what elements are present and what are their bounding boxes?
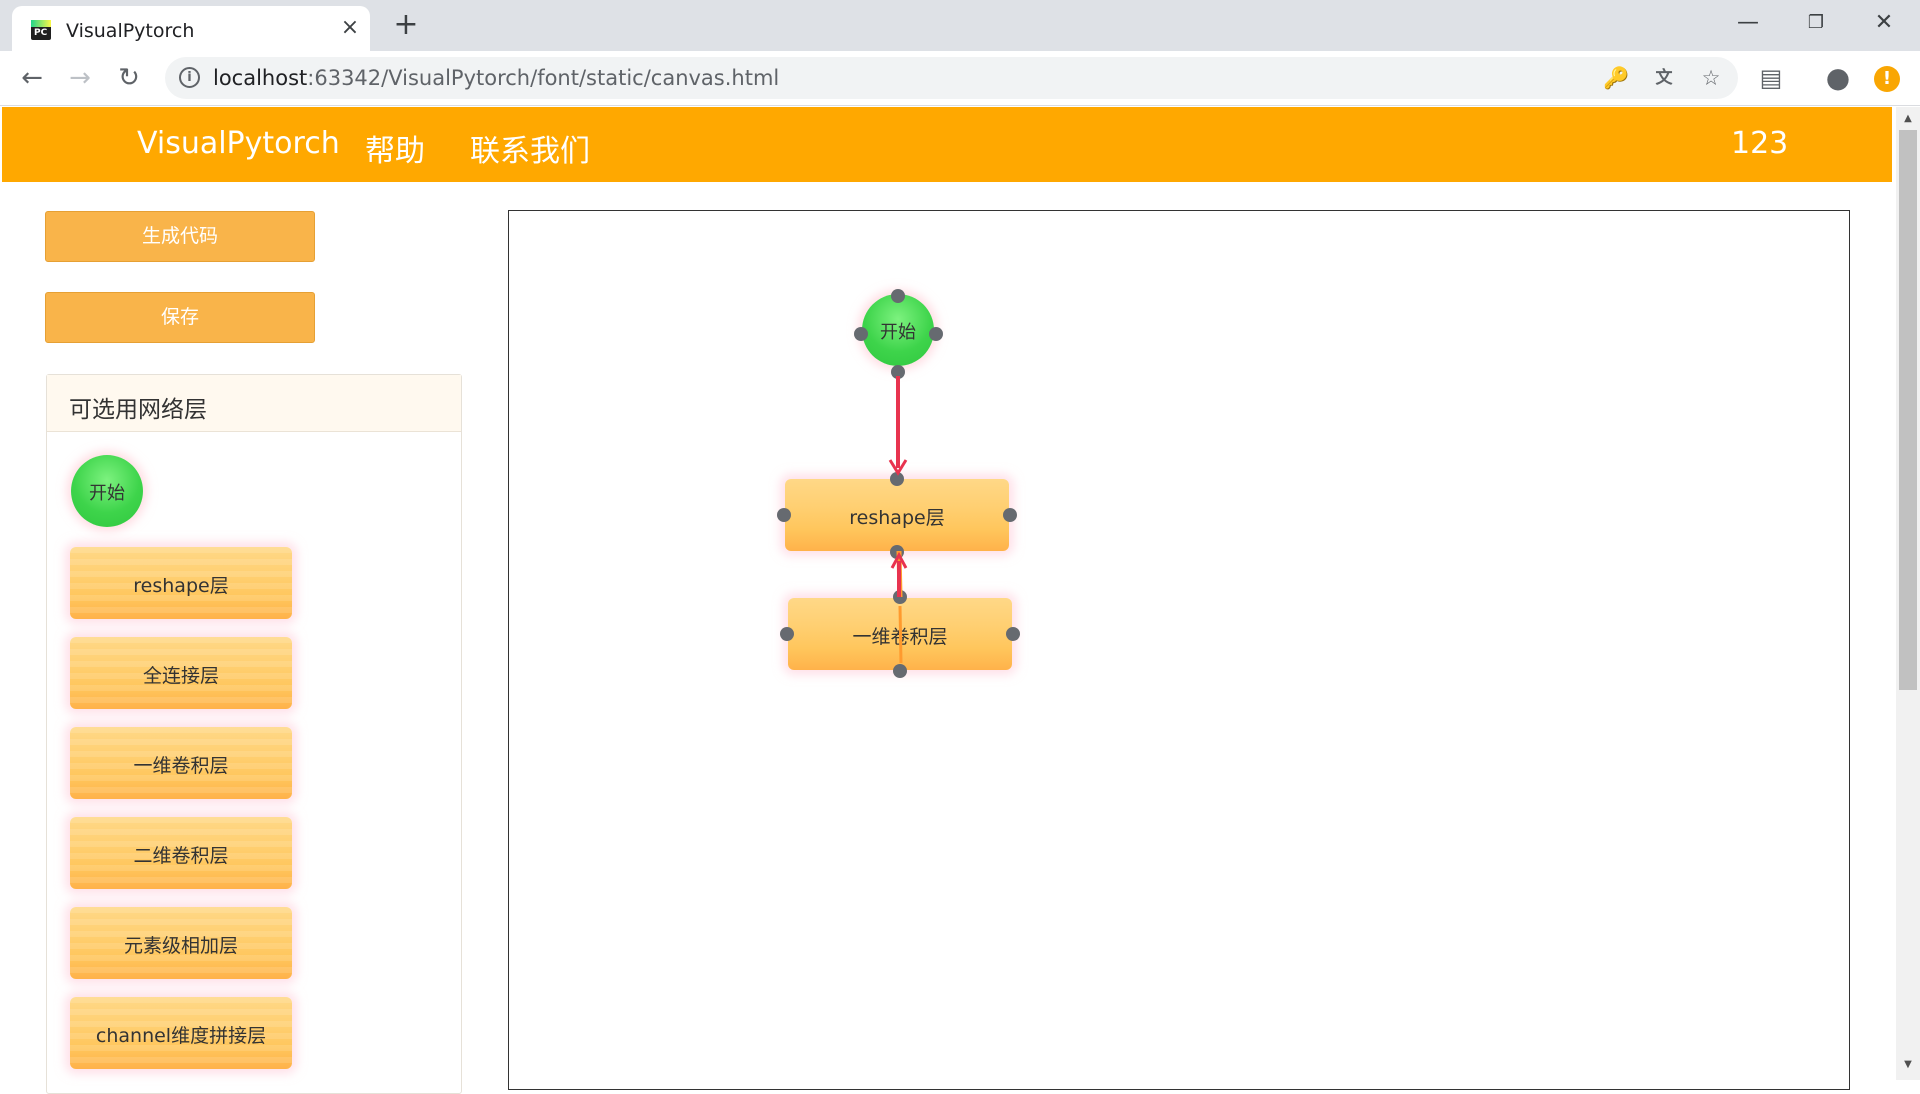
save-button[interactable]: 保存 — [45, 292, 315, 343]
reshape-port-left[interactable] — [777, 508, 791, 522]
reshape-port-top[interactable] — [890, 472, 904, 486]
palette-layer-channel-concat[interactable]: channel维度拼接层 — [70, 997, 292, 1069]
conv1d-port-left[interactable] — [780, 627, 794, 641]
palette-layer-label: reshape层 — [133, 575, 229, 597]
url-text[interactable]: localhost:63342/VisualPytorch/font/stati… — [213, 66, 779, 90]
generate-code-button[interactable]: 生成代码 — [45, 211, 315, 262]
connection-layer — [888, 376, 908, 664]
start-port-right[interactable] — [929, 327, 943, 341]
scrollbar-thumb[interactable] — [1899, 130, 1917, 690]
palette-layer-label: 二维卷积层 — [133, 845, 229, 867]
palette-layer-label: 元素级相加层 — [123, 935, 238, 957]
back-icon[interactable]: ← — [15, 61, 49, 95]
start-port-top[interactable] — [891, 289, 905, 303]
palette-layer-reshape[interactable]: reshape层 — [70, 547, 292, 619]
profile-icon[interactable]: ● — [1822, 62, 1854, 94]
info-icon[interactable]: i — [179, 67, 200, 88]
canvas-reshape-node[interactable]: reshape层 — [785, 479, 1009, 551]
user-name-link[interactable]: 123 — [1731, 126, 1788, 161]
reshape-port-right[interactable] — [1003, 508, 1017, 522]
close-window-icon[interactable]: ✕ — [1864, 8, 1904, 38]
reload-icon[interactable]: ↻ — [112, 61, 146, 95]
canvas-node-label: reshape层 — [849, 507, 945, 529]
edge-arrowhead — [888, 459, 908, 476]
scroll-down-icon[interactable]: ▼ — [1899, 1056, 1917, 1074]
translate-icon[interactable]: 文 — [1651, 65, 1677, 91]
palette-layer-label: 全连接层 — [142, 665, 219, 687]
palette-start-label: 开始 — [89, 483, 125, 504]
nav-help-link[interactable]: 帮助 — [365, 126, 425, 170]
start-port-bottom[interactable] — [891, 365, 905, 379]
palette-layer-label: channel维度拼接层 — [95, 1025, 267, 1047]
address-bar[interactable]: i localhost:63342/VisualPytorch/font/sta… — [165, 57, 1738, 99]
pycharm-favicon-icon: PC — [31, 20, 51, 40]
conv1d-port-right[interactable] — [1006, 627, 1020, 641]
palette-start-node[interactable]: 开始 — [71, 455, 143, 527]
update-alert-icon[interactable]: ! — [1874, 66, 1900, 92]
browser-tab[interactable]: PC VisualPytorch × — [12, 6, 370, 51]
minimize-icon[interactable]: — — [1728, 8, 1768, 38]
palette-layer-conv1d[interactable]: 一维卷积层 — [70, 727, 292, 799]
browser-toolbar: ← → ↻ i localhost:63342/VisualPytorch/fo… — [0, 51, 1920, 106]
palette-layer-elementwise-add[interactable]: 元素级相加层 — [70, 907, 292, 979]
restore-icon[interactable]: ❐ — [1796, 8, 1836, 38]
forward-icon[interactable]: → — [63, 61, 97, 95]
palette-layer-label: 一维卷积层 — [133, 755, 229, 777]
panel-title: 可选用网络层 — [69, 397, 207, 423]
palette-layer-conv2d[interactable]: 二维卷积层 — [70, 817, 292, 889]
tab-title: VisualPytorch — [66, 20, 195, 42]
new-tab-button[interactable]: + — [390, 10, 422, 42]
scroll-up-icon[interactable]: ▲ — [1899, 110, 1917, 128]
key-icon[interactable]: 🔑 — [1603, 65, 1629, 91]
network-canvas[interactable]: 开始 reshape层 一维卷积层 — [508, 210, 1850, 1090]
reading-list-icon[interactable]: ▤ — [1755, 62, 1787, 94]
canvas-conv1d-node[interactable]: 一维卷积层 — [788, 598, 1012, 670]
palette-layer-linear[interactable]: 全连接层 — [70, 637, 292, 709]
bookmark-star-icon[interactable]: ☆ — [1698, 65, 1724, 91]
brand-link[interactable]: VisualPytorch — [137, 126, 340, 161]
tab-close-icon[interactable]: × — [338, 16, 362, 40]
canvas-start-node[interactable]: 开始 — [862, 294, 934, 366]
canvas-start-label: 开始 — [880, 322, 916, 343]
browser-tab-strip: PC VisualPytorch × + — ❐ ✕ — [0, 0, 1920, 51]
conv1d-port-top[interactable] — [893, 590, 907, 604]
start-port-left[interactable] — [854, 327, 868, 341]
app-header: VisualPytorch 帮助 联系我们 123 — [2, 107, 1892, 182]
canvas-node-label: 一维卷积层 — [852, 626, 948, 648]
panel-header: 可选用网络层 — [47, 375, 461, 432]
nav-contact-link[interactable]: 联系我们 — [470, 126, 590, 170]
reshape-port-bottom[interactable] — [890, 545, 904, 559]
conv1d-port-bottom[interactable] — [893, 664, 907, 678]
